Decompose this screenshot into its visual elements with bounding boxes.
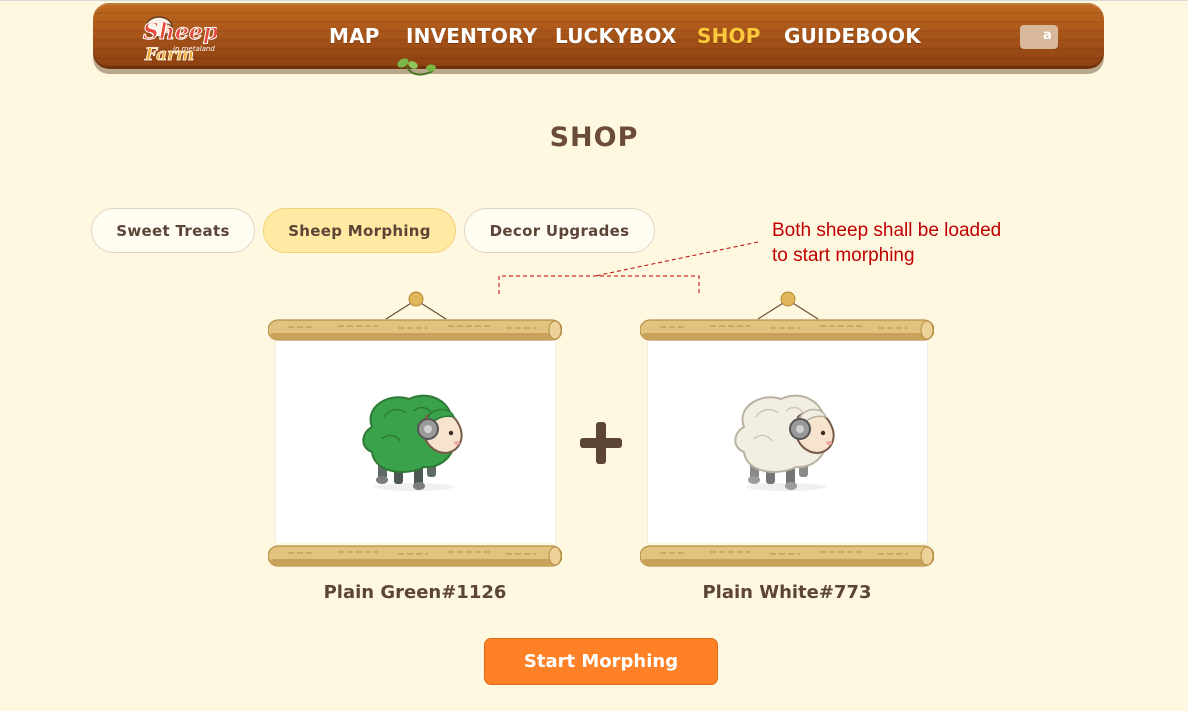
slot-left-name: Plain Green#1126 — [323, 582, 507, 603]
slot-canvas — [647, 335, 928, 543]
slot-right-name: Plain White#773 — [702, 582, 872, 603]
scroll-bottom-log — [640, 545, 934, 567]
annotation-line-1: Both sheep shall be loaded — [772, 220, 1002, 241]
sheep-white-image — [734, 394, 835, 491]
annotation-callout-lines — [498, 241, 759, 294]
annotation-line-2: to start morphing — [772, 245, 915, 266]
slot-canvas — [275, 335, 556, 543]
scroll-bottom-log — [268, 545, 562, 567]
sheep-green-image — [362, 394, 463, 491]
morph-slot-left[interactable] — [268, 290, 564, 575]
morph-slot-right[interactable] — [640, 290, 936, 575]
scroll-top-log — [640, 319, 934, 341]
plus-icon — [580, 422, 622, 464]
annotation-note: Both sheep shall be loaded to start morp… — [772, 218, 1052, 268]
start-morphing-button[interactable]: Start Morphing — [484, 638, 718, 685]
scroll-top-log — [268, 319, 562, 341]
